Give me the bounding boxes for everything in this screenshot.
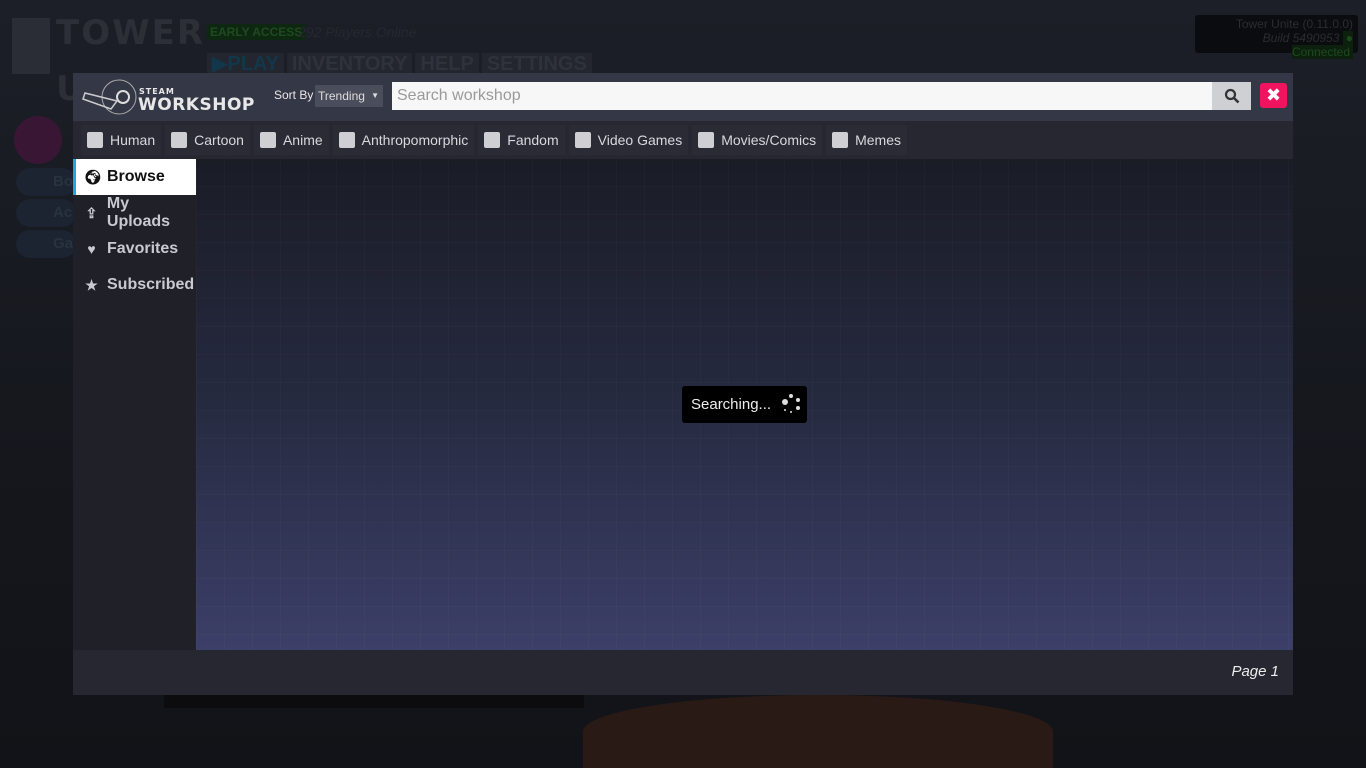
- sidebar-item-my-uploads[interactable]: ⇪ My Uploads: [73, 195, 196, 231]
- bg-menu-item: Ac: [16, 199, 76, 227]
- globe-icon: 🌍︎: [84, 168, 102, 185]
- star-icon: ★: [85, 276, 98, 293]
- bottom-object: [583, 695, 1053, 768]
- tag-memes[interactable]: Memes: [826, 125, 908, 155]
- checkbox[interactable]: [698, 132, 715, 148]
- sidebar-item-browse[interactable]: 🌍︎ Browse: [73, 159, 196, 195]
- bg-menu-item: Ga: [16, 230, 76, 258]
- steam-logo-icon: [82, 79, 137, 115]
- spinner-icon: [781, 394, 801, 414]
- sort-label: Sort By: [274, 88, 314, 102]
- workshop-footer: Page 1: [73, 650, 1293, 695]
- workshop-sidebar: 🌍︎ Browse ⇪ My Uploads ♥ Favorites ★ Subscri…: [73, 159, 196, 650]
- checkbox[interactable]: [259, 132, 276, 148]
- early-access-badge: EARLY ACCESS: [207, 24, 306, 40]
- search-button[interactable]: [1212, 82, 1251, 110]
- workshop-modal: STEAM WORKSHOP Sort By Trending▼ ✖ Human…: [73, 73, 1293, 695]
- bg-menu-item: Bo: [16, 168, 76, 196]
- bottom-bar: [164, 695, 584, 708]
- heart-icon: ♥: [87, 241, 96, 257]
- version-panel: Tower Unite (0.11.0.0) Build 5490953 ● C…: [1195, 15, 1358, 59]
- checkbox[interactable]: [574, 132, 591, 148]
- tag-fandom[interactable]: Fandom: [478, 125, 565, 155]
- results-area: Searching...: [196, 159, 1293, 650]
- tag-anime[interactable]: Anime: [253, 125, 329, 155]
- check-icon: [14, 116, 62, 164]
- sort-dropdown[interactable]: Trending ▼: [315, 85, 383, 107]
- dropdown-arrow-icon: ▼: [371, 91, 379, 100]
- upload-icon: ⇪: [85, 204, 98, 221]
- tag-human[interactable]: Human: [81, 125, 162, 155]
- version-text: Tower Unite (0.11.0.0): [1235, 17, 1353, 31]
- searching-indicator: Searching...: [682, 386, 807, 423]
- checkbox[interactable]: [171, 132, 188, 148]
- sidebar-item-subscribed[interactable]: ★ Subscribed: [73, 267, 196, 303]
- sidebar-item-favorites[interactable]: ♥ Favorites: [73, 231, 196, 267]
- checkbox[interactable]: [338, 132, 355, 148]
- tag-filters: Human Cartoon Anime Anthropomorphic Fand…: [73, 121, 1293, 159]
- checkbox[interactable]: [832, 132, 849, 148]
- checkbox[interactable]: [484, 132, 501, 148]
- steam-workshop-logo: STEAM WORKSHOP: [81, 77, 254, 117]
- build-text: Build 5490953: [1262, 31, 1340, 45]
- search-icon: [1224, 88, 1239, 104]
- search-input[interactable]: [392, 82, 1212, 110]
- tag-movies-comics[interactable]: Movies/Comics: [692, 125, 823, 155]
- workshop-header: STEAM WORKSHOP Sort By Trending▼ ✖: [73, 73, 1293, 121]
- close-button[interactable]: ✖: [1260, 83, 1287, 108]
- checkbox[interactable]: [87, 132, 103, 148]
- tag-video-games[interactable]: Video Games: [568, 125, 689, 155]
- players-online: 292 Players Online: [298, 24, 417, 40]
- page-indicator: Page 1: [1231, 663, 1279, 680]
- close-icon: ✖: [1265, 85, 1282, 106]
- tag-cartoon[interactable]: Cartoon: [165, 125, 250, 155]
- tag-anthropomorphic[interactable]: Anthropomorphic: [332, 125, 475, 155]
